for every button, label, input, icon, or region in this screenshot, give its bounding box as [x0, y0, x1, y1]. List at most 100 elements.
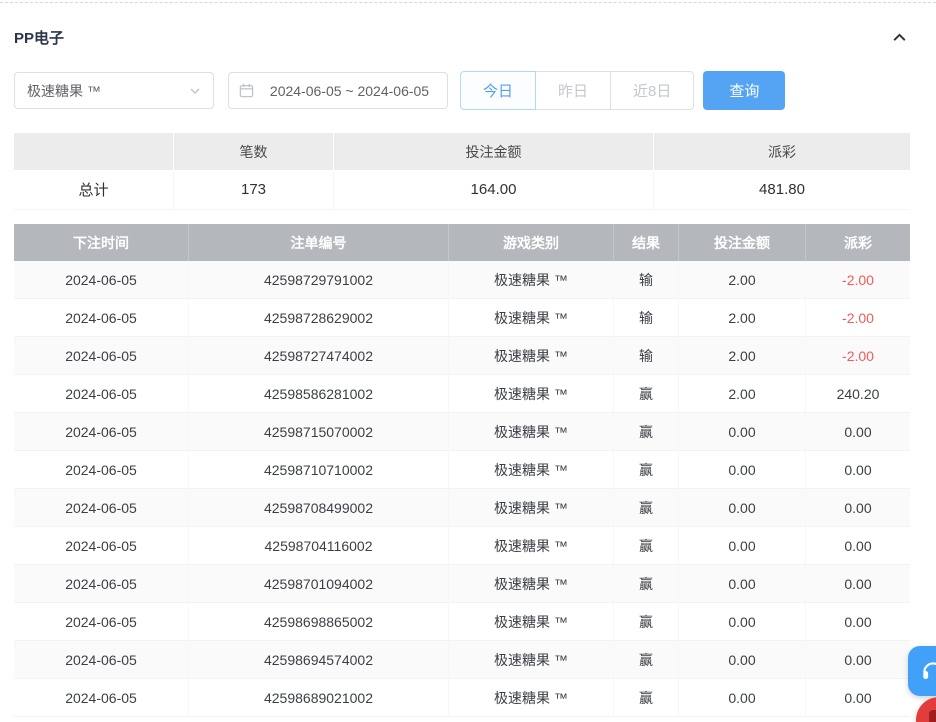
table-row: 2024-06-05 42598694574002 极速糖果 ™ 赢 0.00 … [14, 641, 910, 679]
cell-game-type: 极速糖果 ™ [449, 565, 614, 603]
date-range-value[interactable] [262, 82, 437, 100]
cell-order-id: 42598689021002 [189, 679, 449, 717]
betting-records-page: PP电子 极速糖果 ™ 今日昨日近8日 查询 笔数 投注金额 派彩 总计 173 [0, 0, 936, 722]
panel-title: PP电子 [14, 27, 64, 48]
summary-payout-value: 481.80 [654, 170, 910, 210]
cell-order-id: 42598728629002 [189, 299, 449, 337]
chevron-up-icon [891, 29, 908, 46]
table-row: 2024-06-05 42598701094002 极速糖果 ™ 赢 0.00 … [14, 565, 910, 603]
cell-bet-amount: 0.00 [679, 603, 806, 641]
cell-payout: 0.00 [806, 451, 910, 489]
cell-bet-amount: 2.00 [679, 299, 806, 337]
cell-bet-time: 2024-06-05 [14, 641, 189, 679]
cell-order-id: 42598698865002 [189, 603, 449, 641]
cell-payout: -2.00 [806, 261, 910, 299]
cell-bet-time: 2024-06-05 [14, 413, 189, 451]
table-row: 2024-06-05 42598698865002 极速糖果 ™ 赢 0.00 … [14, 603, 910, 641]
cell-result: 赢 [614, 451, 679, 489]
cell-game-type: 极速糖果 ™ [449, 679, 614, 717]
top-divider [0, 2, 936, 3]
table-row: 2024-06-05 42598728629002 极速糖果 ™ 输 2.00 … [14, 299, 910, 337]
cell-game-type: 极速糖果 ™ [449, 603, 614, 641]
table-row: 2024-06-05 42598704116002 极速糖果 ™ 赢 0.00 … [14, 527, 910, 565]
header-order-id: 注单编号 [189, 224, 449, 261]
summary-total-label: 总计 [14, 170, 174, 210]
cell-bet-time: 2024-06-05 [14, 375, 189, 413]
customer-service-button[interactable] [908, 646, 936, 696]
cell-bet-amount: 0.00 [679, 679, 806, 717]
promo-icon [929, 710, 936, 722]
chevron-down-icon [189, 85, 201, 97]
cell-payout: 0.00 [806, 489, 910, 527]
cell-order-id: 42598701094002 [189, 565, 449, 603]
cell-payout: 0.00 [806, 603, 910, 641]
promo-floating-button[interactable] [916, 697, 936, 722]
cell-payout: 240.20 [806, 375, 910, 413]
cell-order-id: 42598729791002 [189, 261, 449, 299]
cell-result: 输 [614, 299, 679, 337]
cell-game-type: 极速糖果 ™ [449, 375, 614, 413]
cell-order-id: 42598715070002 [189, 413, 449, 451]
headset-icon [920, 658, 936, 684]
cell-result: 赢 [614, 413, 679, 451]
search-button[interactable]: 查询 [703, 71, 785, 110]
cell-game-type: 极速糖果 ™ [449, 337, 614, 375]
cell-result: 赢 [614, 603, 679, 641]
date-range-input[interactable] [228, 72, 448, 109]
cell-bet-time: 2024-06-05 [14, 565, 189, 603]
calendar-icon [239, 83, 254, 98]
panel-header: PP电子 [0, 0, 936, 44]
header-game-type: 游戏类别 [449, 224, 614, 261]
cell-payout: 0.00 [806, 641, 910, 679]
summary-header-empty [14, 133, 174, 170]
header-payout: 派彩 [806, 224, 910, 261]
cell-payout: 0.00 [806, 679, 910, 717]
summary-count-value: 173 [174, 170, 334, 210]
game-select-value: 极速糖果 ™ [27, 81, 101, 101]
cell-payout: 0.00 [806, 413, 910, 451]
cell-game-type: 极速糖果 ™ [449, 489, 614, 527]
cell-bet-amount: 0.00 [679, 565, 806, 603]
cell-game-type: 极速糖果 ™ [449, 451, 614, 489]
cell-bet-amount: 2.00 [679, 261, 806, 299]
cell-bet-amount: 0.00 [679, 451, 806, 489]
table-row: 2024-06-05 42598586281002 极速糖果 ™ 赢 2.00 … [14, 375, 910, 413]
cell-order-id: 42598586281002 [189, 375, 449, 413]
cell-order-id: 42598704116002 [189, 527, 449, 565]
header-result: 结果 [614, 224, 679, 261]
header-bet-amount: 投注金额 [679, 224, 806, 261]
cell-bet-time: 2024-06-05 [14, 299, 189, 337]
filter-bar: 极速糖果 ™ 今日昨日近8日 查询 [14, 71, 922, 110]
cell-bet-time: 2024-06-05 [14, 489, 189, 527]
summary-bet-amount-value: 164.00 [334, 170, 654, 210]
cell-order-id: 42598727474002 [189, 337, 449, 375]
cell-result: 赢 [614, 375, 679, 413]
summary-table: 笔数 投注金额 派彩 总计 173 164.00 481.80 [14, 133, 910, 210]
bet-records-table: 下注时间 注单编号 游戏类别 结果 投注金额 派彩 2024-06-05 425… [14, 224, 910, 717]
cell-result: 赢 [614, 679, 679, 717]
table-row: 2024-06-05 42598710710002 极速糖果 ™ 赢 0.00 … [14, 451, 910, 489]
quick-range-button[interactable]: 近8日 [610, 71, 694, 110]
summary-header-payout: 派彩 [654, 133, 910, 170]
cell-game-type: 极速糖果 ™ [449, 641, 614, 679]
cell-bet-time: 2024-06-05 [14, 451, 189, 489]
table-row: 2024-06-05 42598689021002 极速糖果 ™ 赢 0.00 … [14, 679, 910, 717]
cell-order-id: 42598694574002 [189, 641, 449, 679]
quick-range-button[interactable]: 昨日 [535, 71, 611, 110]
cell-result: 输 [614, 337, 679, 375]
table-row: 2024-06-05 42598715070002 极速糖果 ™ 赢 0.00 … [14, 413, 910, 451]
cell-bet-time: 2024-06-05 [14, 261, 189, 299]
header-bet-time: 下注时间 [14, 224, 189, 261]
cell-game-type: 极速糖果 ™ [449, 527, 614, 565]
cell-bet-amount: 2.00 [679, 337, 806, 375]
cell-game-type: 极速糖果 ™ [449, 413, 614, 451]
quick-range-button[interactable]: 今日 [460, 71, 536, 110]
game-select[interactable]: 极速糖果 ™ [14, 72, 214, 109]
cell-result: 赢 [614, 489, 679, 527]
collapse-panel-button[interactable] [891, 29, 908, 46]
summary-header-count: 笔数 [174, 133, 334, 170]
table-body: 2024-06-05 42598729791002 极速糖果 ™ 输 2.00 … [14, 261, 910, 717]
cell-bet-time: 2024-06-05 [14, 337, 189, 375]
cell-result: 输 [614, 261, 679, 299]
quick-range-group: 今日昨日近8日 [460, 71, 694, 110]
